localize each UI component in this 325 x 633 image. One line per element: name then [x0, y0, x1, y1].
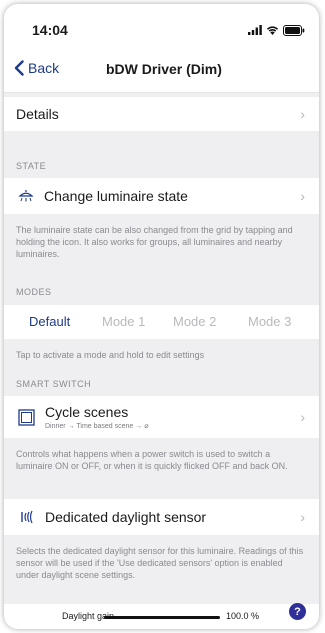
details-row[interactable]: Details ›: [4, 97, 319, 131]
ceiling-lamp-icon: [18, 190, 34, 202]
clock: 14:04: [32, 22, 68, 38]
change-luminaire-state-label: Change luminaire state: [44, 188, 188, 204]
details-label: Details: [16, 106, 59, 122]
cycle-scenes-sequence: Dinner → Time based scene → ⌀: [45, 423, 149, 430]
cycle-scenes-text: Cycle scenes Dinner → Time based scene →…: [45, 404, 148, 430]
page-title: bDW Driver (Dim): [106, 61, 222, 77]
chevron-right-icon: ›: [300, 509, 305, 525]
back-button[interactable]: Back: [14, 60, 59, 76]
mode-default[interactable]: Default: [29, 314, 70, 329]
cycle-scenes-label: Cycle scenes: [45, 404, 129, 420]
app-screen: 14:04 Back bDW Driver (Dim) Details › ST…: [4, 4, 319, 629]
chevron-left-icon: [14, 60, 24, 76]
cycle-scenes-row[interactable]: Cycle scenes Dinner → Time based scene →…: [4, 396, 319, 438]
mode-3[interactable]: Mode 3: [248, 314, 291, 329]
daylight-sensor-icon: [21, 510, 33, 524]
chevron-right-icon: ›: [300, 409, 305, 425]
dedicated-daylight-sensor-row[interactable]: Dedicated daylight sensor ›: [4, 499, 319, 535]
smart-switch-note: Controls what happens when a power switc…: [16, 449, 288, 471]
daylight-sensor-note: Selects the dedicated daylight sensor fo…: [16, 546, 304, 580]
state-section-header: STATE: [16, 161, 47, 171]
battery-icon: [283, 24, 305, 36]
daylight-gain-value: 100.0 %: [226, 611, 260, 621]
back-label: Back: [28, 60, 60, 76]
daylight-gain-slider[interactable]: [104, 616, 220, 619]
status-bar: 14:04: [4, 4, 319, 48]
navigation-bar: Back bDW Driver (Dim): [4, 48, 319, 93]
chevron-right-icon: ›: [300, 106, 305, 122]
state-note: The luminaire state can be also changed …: [16, 225, 293, 259]
smart-switch-section-header: SMART SWITCH: [16, 379, 92, 389]
help-button[interactable]: ?: [289, 603, 306, 620]
change-luminaire-state-row[interactable]: Change luminaire state ›: [4, 178, 319, 214]
status-icons: [248, 24, 305, 36]
dedicated-daylight-sensor-label: Dedicated daylight sensor: [45, 509, 207, 525]
signal-icon: [248, 25, 262, 35]
modes-section-header: MODES: [16, 287, 52, 297]
chevron-right-icon: ›: [300, 188, 305, 204]
mode-2[interactable]: Mode 2: [173, 314, 216, 329]
daylight-gain-row: Daylight gain 100.0 %: [4, 604, 319, 629]
modes-note: Tap to activate a mode and hold to edit …: [16, 350, 205, 360]
mode-selector: Default Mode 1 Mode 2 Mode 3: [4, 305, 319, 339]
wifi-icon: [266, 26, 279, 35]
square-frame-icon: [18, 408, 35, 426]
mode-1[interactable]: Mode 1: [102, 314, 145, 329]
